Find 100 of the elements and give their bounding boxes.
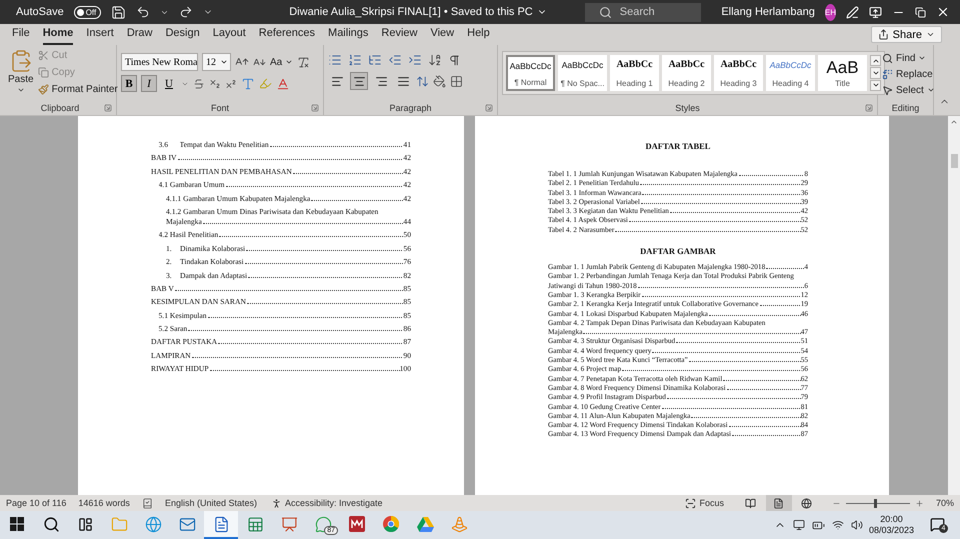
page-icon[interactable]	[773, 498, 784, 508]
windows-logo-icon[interactable]	[10, 517, 24, 531]
style-card[interactable]: AaB Title	[818, 55, 867, 91]
style-card[interactable]: AaBbCc Heading 2	[662, 55, 711, 91]
paste-button[interactable]: Paste	[8, 47, 34, 102]
style-card[interactable]: AaBbCc Heading 1	[610, 55, 659, 91]
taskbar-app-button[interactable]	[204, 511, 238, 539]
search-icon[interactable]	[42, 516, 60, 532]
launcher-icon[interactable]	[865, 104, 873, 112]
accessibility-button[interactable]: Accessibility: Investigate	[268, 498, 385, 508]
clear-format-icon[interactable]	[297, 56, 310, 68]
undo-icon[interactable]	[136, 5, 150, 19]
font-name-field[interactable]: Times New Roma	[121, 53, 198, 71]
line-spacing-icon[interactable]	[416, 74, 429, 88]
subscript-icon[interactable]	[209, 78, 221, 90]
change-case-button[interactable]: Aa	[270, 54, 294, 70]
style-card[interactable]: AaBbCc Heading 3	[714, 55, 763, 91]
mail-icon[interactable]	[178, 516, 196, 532]
zoom-in-icon[interactable]	[914, 498, 924, 508]
menu-tab[interactable]: References	[258, 25, 316, 45]
document-icon[interactable]	[212, 516, 230, 532]
menu-tab[interactable]: View	[430, 25, 454, 45]
copy-icon[interactable]	[915, 6, 926, 18]
pen-icon[interactable]	[846, 6, 859, 18]
save-icon[interactable]	[111, 4, 126, 20]
document-title[interactable]: Diwanie Aulia_Skripsi FINAL[1] • Saved to this PC	[289, 6, 547, 18]
book-icon[interactable]	[745, 498, 756, 508]
chevron-down-icon[interactable]	[926, 30, 935, 39]
scrollbar-thumb[interactable]	[950, 154, 958, 168]
borders-icon[interactable]	[450, 74, 463, 88]
font-size-field[interactable]: 12	[202, 53, 231, 71]
user-avatar[interactable]: EH	[824, 4, 836, 20]
find-button[interactable]: Find	[882, 50, 935, 66]
underline-button[interactable]: U	[161, 75, 177, 92]
paintbrush-icon[interactable]	[38, 84, 49, 94]
search-field[interactable]: Search	[584, 2, 702, 22]
search-icon[interactable]	[882, 52, 893, 64]
focus-button[interactable]: Focus	[683, 498, 726, 508]
chevron-down-icon[interactable]	[918, 54, 926, 62]
menu-tab[interactable]: Mailings	[328, 25, 368, 45]
monitor-icon[interactable]	[792, 519, 805, 531]
clock-date[interactable]: 08/03/2023	[868, 525, 914, 536]
autosave-toggle[interactable]: Off	[74, 6, 102, 18]
zoom-level[interactable]: 70%	[936, 498, 954, 508]
pointer-icon[interactable]	[882, 84, 893, 96]
focus-icon[interactable]	[685, 498, 696, 508]
clock-time[interactable]: 20:00	[880, 514, 903, 525]
replace-icon[interactable]	[882, 68, 893, 80]
globe-icon[interactable]	[801, 498, 812, 508]
numbering-icon[interactable]	[348, 53, 362, 67]
presentation-icon[interactable]	[280, 516, 298, 532]
format-painter-button[interactable]: Format Painter	[38, 81, 118, 97]
shading-icon[interactable]	[433, 74, 446, 88]
chevron-down-icon[interactable]	[285, 58, 294, 66]
word-count[interactable]: 14616 words	[78, 498, 130, 508]
launcher-icon[interactable]	[104, 104, 112, 112]
circle-logo-icon[interactable]	[383, 516, 399, 532]
chevron-down-icon[interactable]	[926, 86, 935, 94]
menu-tab[interactable]: Insert	[86, 25, 114, 45]
bold-button[interactable]: B	[121, 75, 137, 92]
text-effects-icon[interactable]	[241, 76, 255, 90]
font-color-icon[interactable]	[276, 76, 290, 90]
sort-icon[interactable]	[428, 53, 442, 67]
replace-button[interactable]: Replace	[882, 66, 935, 82]
menu-tab[interactable]: Design	[165, 25, 200, 45]
share-icon[interactable]	[878, 29, 889, 40]
strikethrough-icon[interactable]	[193, 78, 205, 90]
monitor-icon[interactable]	[869, 6, 882, 18]
chevron-up-icon[interactable]	[950, 118, 958, 126]
redo-icon[interactable]	[179, 5, 194, 19]
chevron-down-icon[interactable]	[16, 86, 25, 94]
increase-indent-icon[interactable]	[408, 53, 422, 67]
launcher-icon[interactable]	[485, 104, 493, 112]
volume-icon[interactable]	[850, 519, 863, 531]
menu-tab[interactable]: Review	[381, 25, 418, 45]
share-button[interactable]: Share	[870, 26, 942, 43]
style-card[interactable]: AaBbCcDc ¶ No Spac...	[558, 55, 607, 91]
close-icon[interactable]	[936, 5, 950, 19]
menu-tab[interactable]: Layout	[212, 25, 246, 45]
pilcrow-icon[interactable]	[448, 54, 461, 66]
vertical-scrollbar[interactable]	[948, 116, 960, 495]
page-count[interactable]: Page 10 of 116	[6, 498, 66, 508]
decrease-indent-icon[interactable]	[388, 53, 402, 67]
italic-button[interactable]: I	[141, 75, 157, 92]
style-card[interactable]: AaBbCcDc Heading 4	[766, 55, 815, 91]
app-icon[interactable]	[349, 516, 365, 532]
spreadsheet-icon[interactable]	[246, 516, 264, 532]
multilevel-list-icon[interactable]	[368, 53, 382, 67]
menu-tab[interactable]: File	[12, 25, 30, 45]
menu-tab[interactable]: Help	[467, 25, 490, 45]
language[interactable]: English (United States)	[164, 498, 257, 508]
chevron-down-icon[interactable]	[220, 58, 228, 66]
select-button[interactable]: Select	[882, 82, 935, 98]
task-view-icon[interactable]	[78, 516, 92, 532]
proofing-icon[interactable]	[142, 498, 153, 508]
style-card[interactable]: AaBbCcDc ¶ Normal	[506, 55, 555, 91]
launcher-icon[interactable]	[311, 104, 319, 112]
triangle-icon[interactable]	[416, 516, 434, 532]
user-name[interactable]: Ellang Herlambang	[721, 6, 815, 18]
superscript-icon[interactable]	[225, 78, 237, 90]
